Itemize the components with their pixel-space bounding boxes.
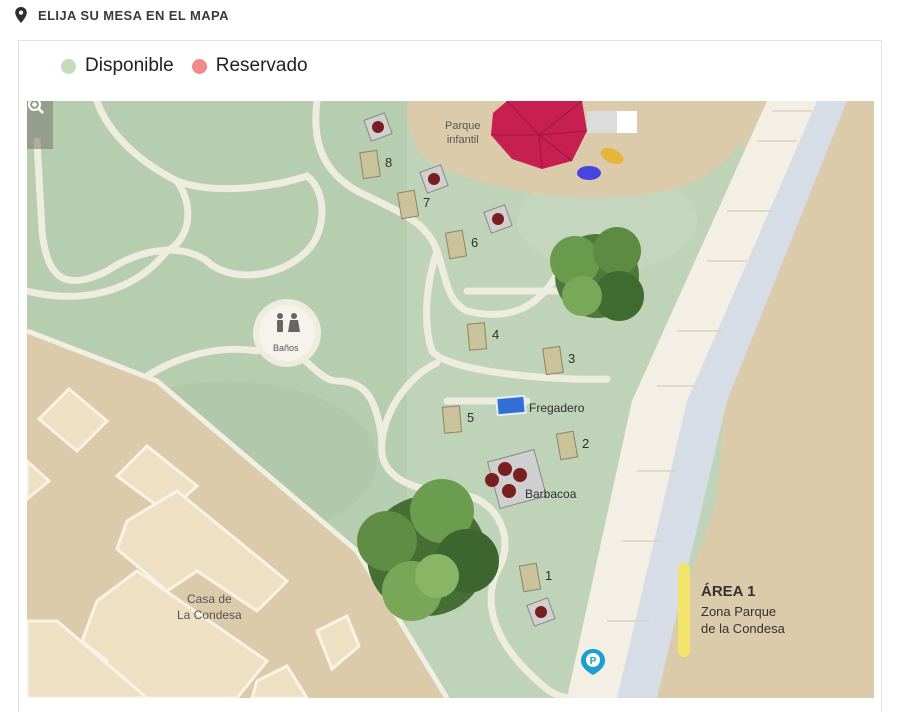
table-number: 7 xyxy=(423,195,431,210)
table-number: 6 xyxy=(471,235,479,250)
legend-available: Disponible xyxy=(61,55,174,77)
zoom-in-icon xyxy=(28,101,44,114)
picnic-table[interactable]: 5 xyxy=(441,405,474,434)
map-card: Disponible Reservado P 1 2 3 4 5 6 7 8 P… xyxy=(18,40,882,712)
picnic-table[interactable]: 7 xyxy=(396,189,430,220)
picnic-table[interactable]: 1 xyxy=(518,562,552,593)
legend-reserved: Reservado xyxy=(191,55,308,77)
legend: Disponible Reservado xyxy=(61,55,326,77)
map-pin-icon xyxy=(15,7,27,23)
sink-label: Fregadero xyxy=(529,401,585,415)
table-number: 2 xyxy=(582,436,590,451)
zone-subtitle-line1: Zona Parque xyxy=(701,604,777,619)
zoom-controls xyxy=(27,101,53,149)
table-number: 8 xyxy=(385,155,393,170)
table-number: 1 xyxy=(545,568,553,583)
zone-subtitle: Zona Parque de la Condesa xyxy=(701,603,785,637)
picnic-table[interactable]: 4 xyxy=(466,322,499,351)
restrooms-label: Baños xyxy=(273,343,299,353)
playground-label: Parque infantil xyxy=(445,120,481,146)
picnic-table[interactable]: 8 xyxy=(359,149,392,180)
picnic-table[interactable]: 2 xyxy=(555,430,589,461)
picnic-table[interactable]: 3 xyxy=(542,345,575,376)
available-dot xyxy=(61,58,76,74)
svg-text:P: P xyxy=(590,656,597,667)
tree-top xyxy=(550,227,644,321)
table-number: 3 xyxy=(568,351,576,366)
page-title: ELIJA SU MESA EN EL MAPA xyxy=(38,7,229,23)
page-header: ELIJA SU MESA EN EL MAPA xyxy=(14,4,229,26)
zone-subtitle-line2: de la Condesa xyxy=(701,621,785,636)
zone-title: ÁREA 1 xyxy=(701,583,756,600)
house-label: Casa de La Condesa xyxy=(177,592,242,622)
zoom-in-button[interactable] xyxy=(27,101,53,147)
legend-reserved-label: Reservado xyxy=(215,55,308,76)
picnic-table[interactable]: 6 xyxy=(444,229,478,260)
table-number: 4 xyxy=(492,327,500,342)
legend-available-label: Disponible xyxy=(85,55,174,76)
reserved-dot xyxy=(191,58,207,74)
park-map[interactable]: P 12345678 Parque infantil Baños Fregade… xyxy=(27,101,874,698)
table-number: 5 xyxy=(467,410,475,425)
barbecue-label: Barbacoa xyxy=(525,487,577,501)
